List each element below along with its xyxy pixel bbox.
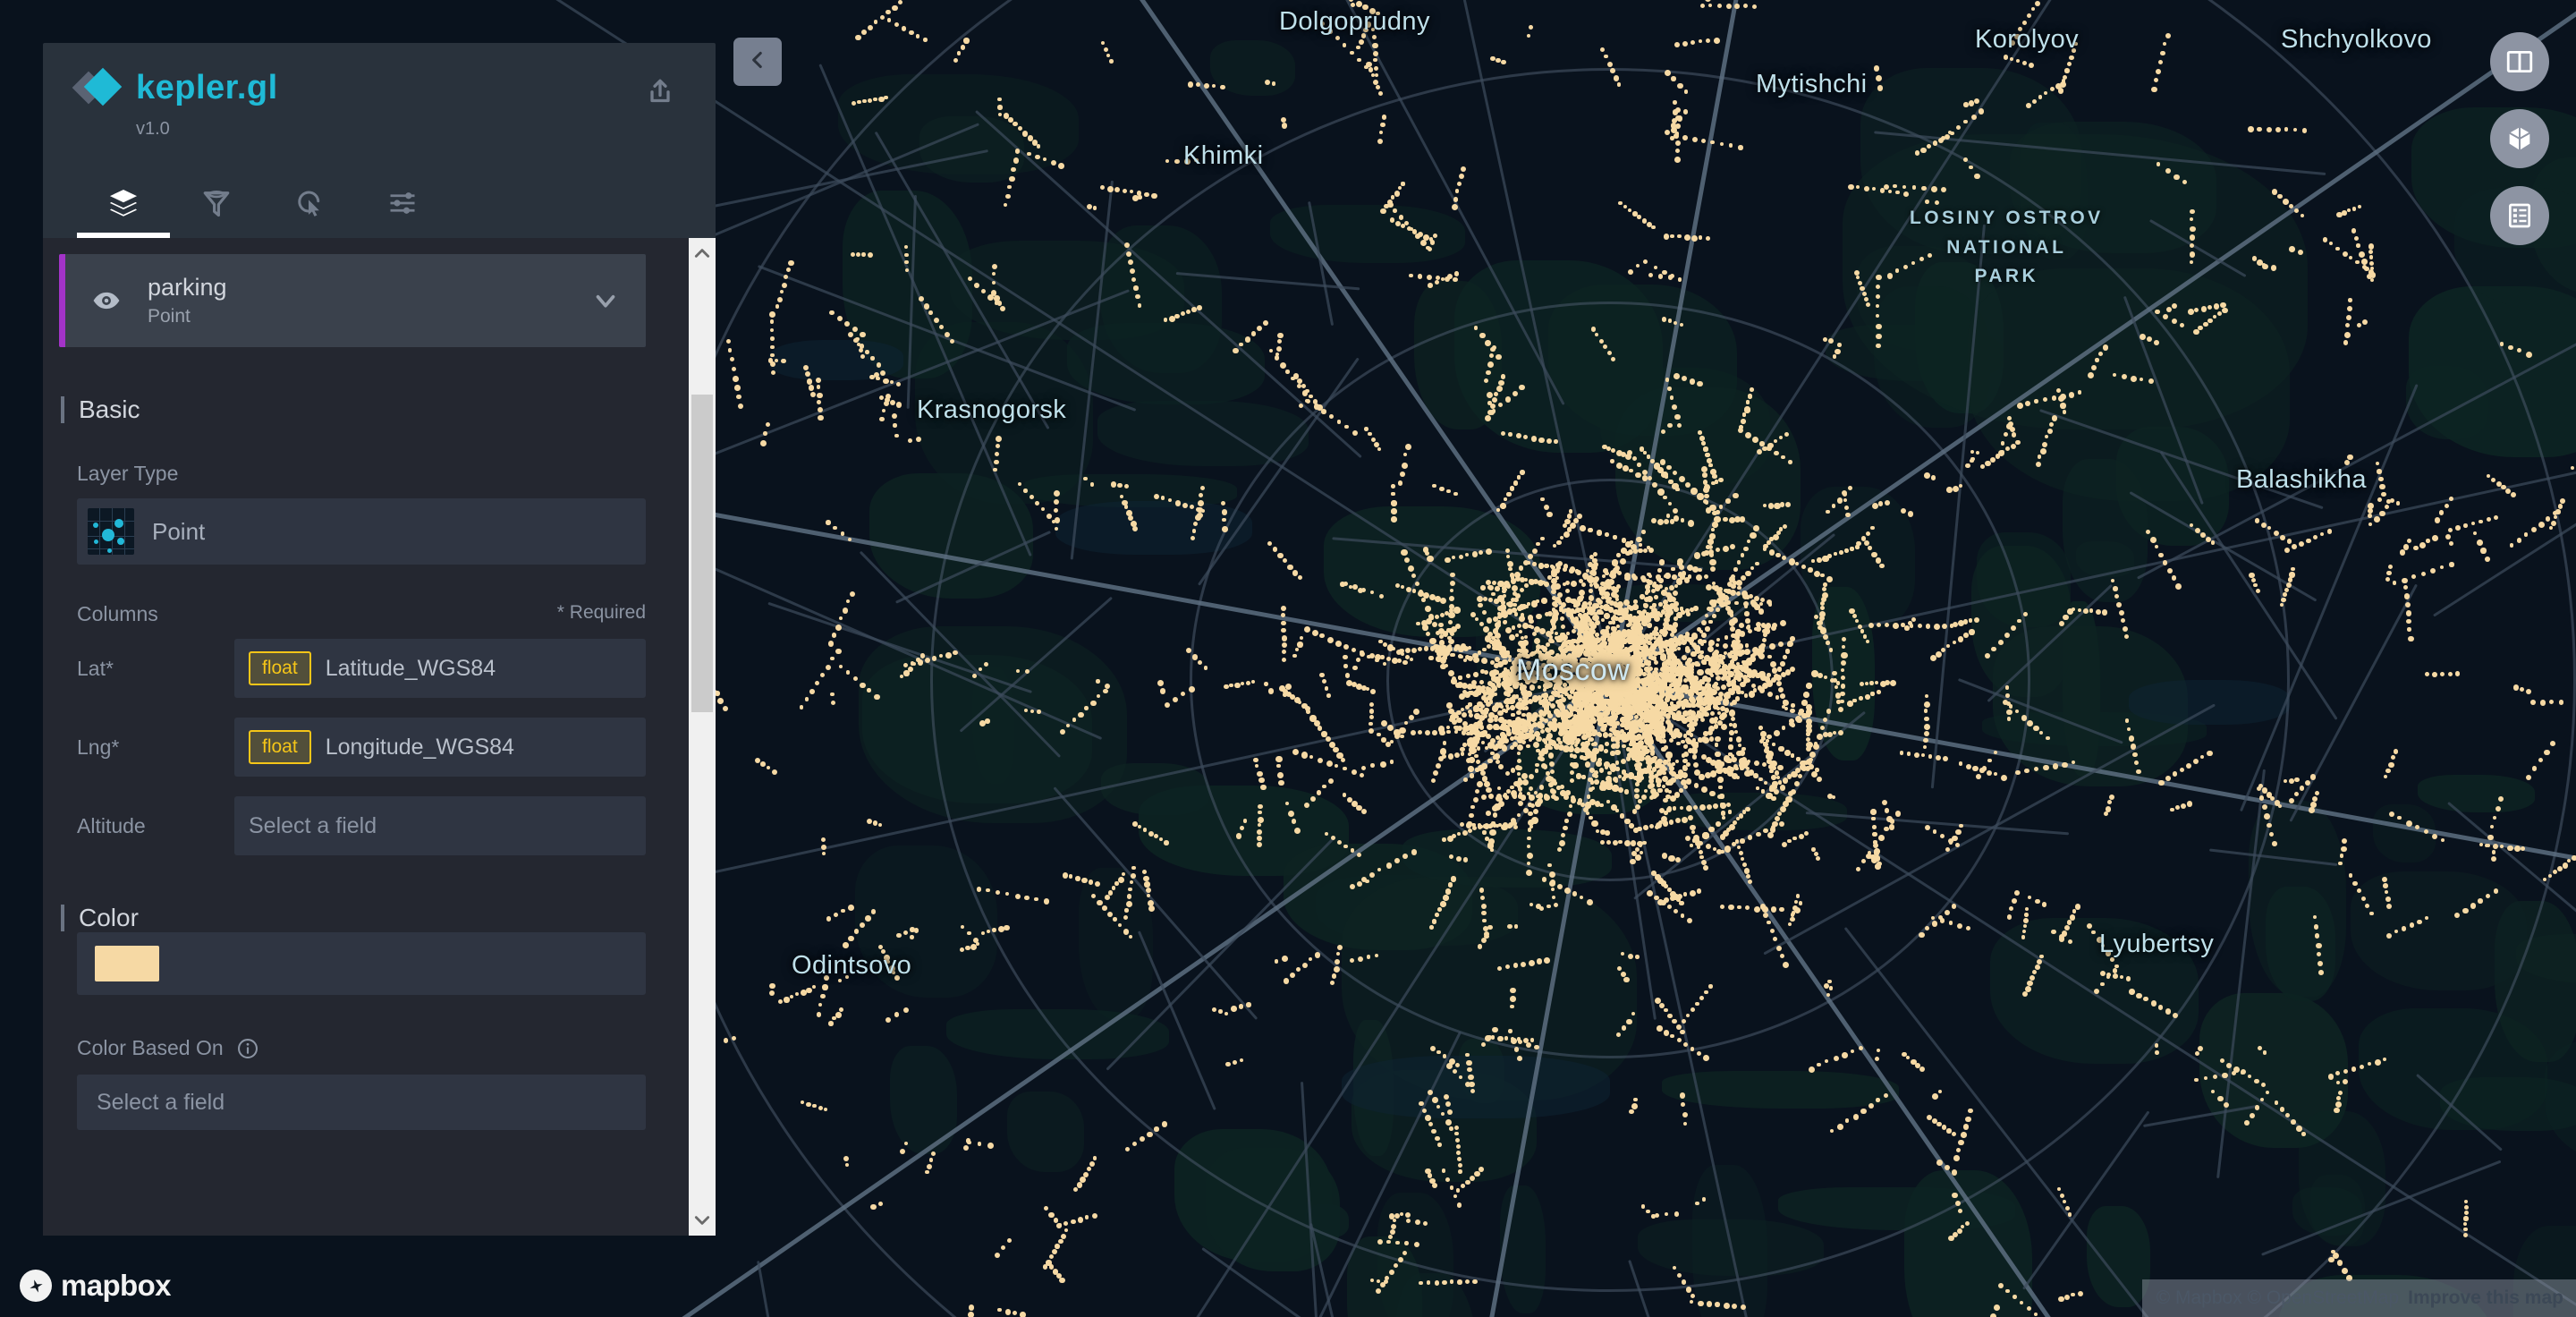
section-title: Basic [79,395,140,423]
toggle-3d-button[interactable] [2490,109,2549,168]
layer-type-subtitle: Point [148,305,191,327]
section-header-basic: Basic [61,395,689,424]
column-row-lat: Lat* float Latitude_WGS84 [77,639,646,698]
point-layer-thumbnail [88,508,134,555]
improve-this-map-link[interactable]: Improve this map [2408,1287,2563,1309]
layer-type-value: Point [152,517,206,545]
column-row-lng: Lng* float Longitude_WGS84 [77,718,646,777]
split-map-button[interactable] [2490,32,2549,91]
color-swatch [95,946,159,981]
columns-label: Columns [77,602,158,625]
required-note: * Required [556,602,646,623]
layer-visibility-toggle[interactable] [65,254,148,347]
column-value: Longitude_WGS84 [325,734,514,760]
mapbox-mark-icon [20,1270,52,1302]
app-title: kepler.gl [136,69,278,106]
layers-icon [106,186,140,220]
table-icon [2505,201,2534,230]
sliders-icon [386,187,419,219]
panel-header: kepler.gl v1.0 [43,43,716,238]
info-circle-icon[interactable] [236,1037,259,1060]
tab-layers[interactable] [77,168,170,238]
side-panel: kepler.gl v1.0 parking Point Basic Layer… [43,43,716,1236]
column-value: Latitude_WGS84 [325,655,496,681]
layer-type-select[interactable]: Point [77,498,646,565]
layer-card-parking[interactable]: parking Point [59,254,646,347]
color-based-on-select[interactable]: Select a field [77,1075,646,1130]
tab-basemap[interactable] [356,168,449,238]
column-field-select[interactable]: float Latitude_WGS84 [234,639,646,698]
map-label: Shchyolkovo [2281,25,2432,54]
section-accent-bar [61,905,64,931]
app-version: v1.0 [136,119,170,139]
map-attribution: © Mapbox © OpenStreetMap Improve this ma… [2141,1279,2576,1317]
chevron-down-icon [590,285,621,316]
layer-expand-toggle[interactable] [565,254,646,347]
share-button[interactable] [639,70,682,113]
layer-type-label: Layer Type [77,462,179,485]
chevron-down-icon[interactable] [693,1214,711,1227]
panel-scrollbar[interactable] [689,238,716,1236]
kepler-logo-icon [72,67,123,106]
scrollbar-thumb[interactable] [691,395,713,712]
section-accent-bar [61,396,64,423]
data-table-button[interactable] [2490,186,2549,245]
chevron-up-icon[interactable] [693,247,711,259]
layer-accent-bar [59,254,65,347]
column-label: Altitude [77,813,146,837]
color-based-on-label-row: Color Based On [77,1036,689,1060]
chevron-left-icon [746,48,769,76]
kepler-app: Dolgoprudny Korolyov Shchyolkovo Mytishchi K… [0,0,2576,1317]
columns-label-row: Columns * Required [77,602,646,626]
mapbox-wordmark: mapbox [61,1269,172,1302]
mapbox-logo[interactable]: mapbox [20,1269,172,1303]
cursor-icon [293,187,326,219]
attribution-copyright: © Mapbox © OpenStreetMap [2156,1287,2400,1308]
funnel-icon [200,187,233,219]
color-based-on-label: Color Based On [77,1036,224,1059]
tab-filters[interactable] [170,168,263,238]
color-based-on-placeholder: Select a field [97,1089,225,1115]
panel-scroll-content: parking Point Basic Layer Type Point Col… [43,238,689,1236]
section-header-color: Color [61,904,689,932]
column-label: Lng* [77,735,120,759]
map-control-buttons [2490,32,2549,245]
cube-3d-icon [2504,123,2535,154]
type-badge: float [249,729,311,765]
column-label: Lat* [77,656,114,680]
panel-tabs [77,168,682,238]
type-badge: float [249,650,311,686]
panel-body: parking Point Basic Layer Type Point Col… [43,238,716,1236]
column-field-select[interactable]: float Longitude_WGS84 [234,718,646,777]
tab-interactions[interactable] [263,168,356,238]
column-row-altitude: Altitude Select a field [77,796,646,855]
split-map-icon [2504,47,2535,77]
color-swatch-select[interactable] [77,932,646,995]
section-title: Color [79,904,139,931]
collapse-panel-button[interactable] [733,38,782,86]
eye-icon [91,285,122,316]
layer-name: parking [148,273,227,301]
column-field-select[interactable]: Select a field [234,796,646,855]
column-placeholder: Select a field [249,812,377,838]
